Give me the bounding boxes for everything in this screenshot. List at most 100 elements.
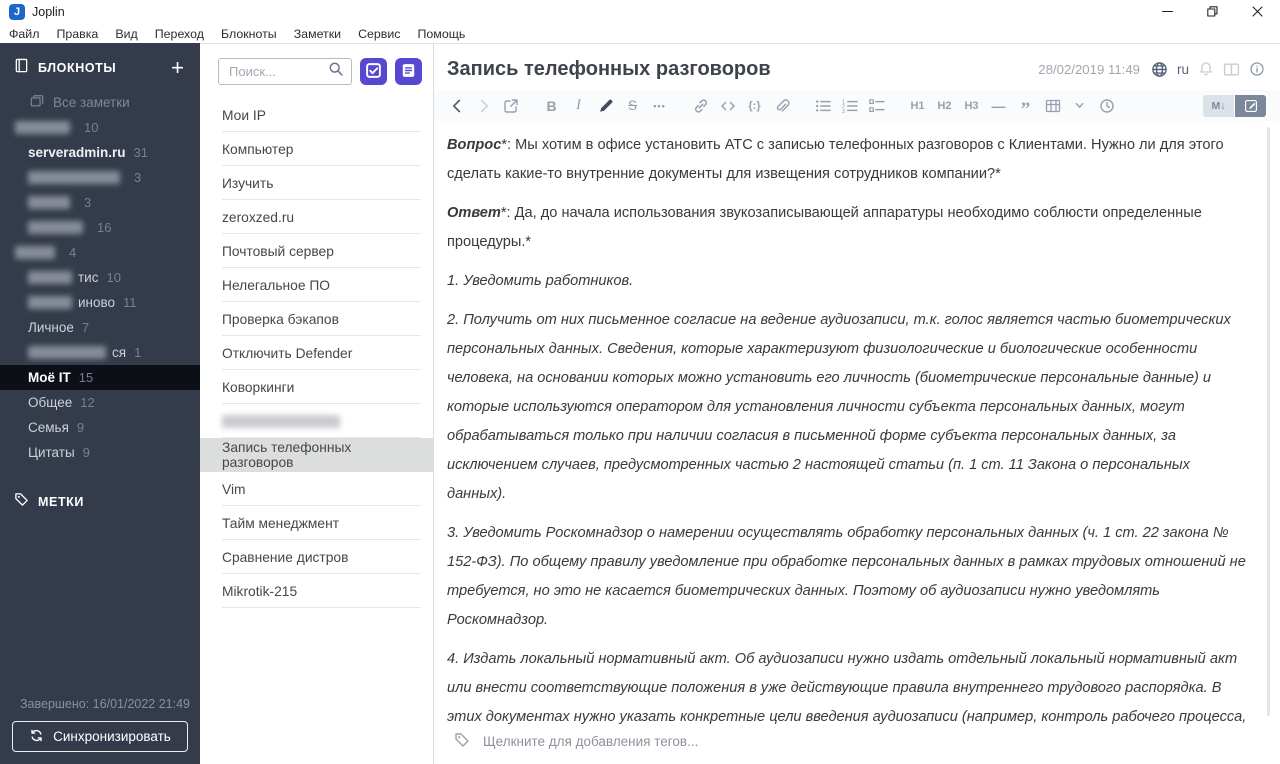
- sidebar-notebook-item[interactable]: 4: [0, 240, 200, 265]
- new-todo-icon: [365, 62, 382, 82]
- toolbar-inline-code-button[interactable]: [715, 93, 740, 119]
- layout-icon[interactable]: [1223, 61, 1240, 78]
- note-list-item[interactable]: Тайм менеджмент: [200, 506, 433, 540]
- note-list-item[interactable]: Сравнение дистров: [200, 540, 433, 574]
- tag-icon: [454, 732, 470, 751]
- toolbar-heading-1-button[interactable]: H1: [905, 93, 930, 119]
- note-list-item[interactable]: Vim: [200, 472, 433, 506]
- note-list-item[interactable]: Изучить: [200, 166, 433, 200]
- menu-item-0[interactable]: Файл: [9, 27, 39, 41]
- sidebar-notebook-item[interactable]: 16: [0, 215, 200, 240]
- toolbar-code-block-button[interactable]: {:}: [742, 93, 767, 119]
- note-date: 28/02/2019 11:49: [1038, 61, 1140, 77]
- menu-item-2[interactable]: Вид: [115, 27, 137, 41]
- toggle-markdown-button[interactable]: M↓: [1203, 94, 1234, 117]
- sidebar-notebook-item[interactable]: 3: [0, 165, 200, 190]
- add-notebook-button[interactable]: +: [169, 57, 186, 79]
- sidebar-notebook-item[interactable]: Цитаты 9: [0, 440, 200, 465]
- toolbar-attach-file-button[interactable]: [769, 93, 794, 119]
- sidebar-notebook-item[interactable]: 3: [0, 190, 200, 215]
- toolbar-forward-button[interactable]: [471, 93, 496, 119]
- toolbar-checkbox-list-button[interactable]: [864, 93, 889, 119]
- toolbar-table-dropdown-button[interactable]: [1067, 93, 1092, 119]
- toolbar-table-button[interactable]: [1040, 93, 1065, 119]
- menubar: Файл Правка Вид Переход Блокноты Заметки Серви…: [0, 24, 1280, 43]
- sync-icon: [29, 728, 44, 746]
- search-box: [218, 58, 352, 85]
- note-viewer[interactable]: Вопрос*: Мы хотим в офисе установить АТС…: [434, 121, 1280, 724]
- window-minimize-button[interactable]: [1145, 0, 1190, 24]
- joplin-window: J Joplin Файл Правка Вид Переход Блокноты Зам…: [0, 0, 1280, 764]
- note-paragraph: 4. Издать локальный нормативный акт. Об …: [447, 651, 1247, 724]
- toolbar-quote-button[interactable]: ”: [1013, 93, 1038, 119]
- menu-item-4[interactable]: Блокноты: [221, 27, 277, 41]
- search-input[interactable]: [227, 63, 328, 80]
- toolbar-highlight-button[interactable]: [593, 93, 618, 119]
- heading-3-icon: H3: [964, 99, 979, 112]
- bell-icon[interactable]: [1198, 61, 1214, 77]
- sidebar-notebook-item[interactable]: Моё IT 15: [0, 365, 200, 390]
- note-list-item[interactable]: [200, 404, 433, 438]
- note-title-input[interactable]: Запись телефонных разговоров: [447, 58, 1038, 81]
- toolbar-strikethrough-button[interactable]: S: [620, 93, 645, 119]
- window-restore-button[interactable]: [1190, 0, 1235, 24]
- sidebar-notebook-item[interactable]: тис 10: [0, 265, 200, 290]
- note-list-item[interactable]: Запись телефонных разговоров: [200, 438, 433, 472]
- note-list-item[interactable]: Компьютер: [200, 132, 433, 166]
- menu-item-1[interactable]: Правка: [56, 27, 98, 41]
- info-icon[interactable]: [1249, 61, 1265, 77]
- toolbar-heading-2-button[interactable]: H2: [932, 93, 957, 119]
- toolbar-bulleted-list-button[interactable]: [810, 93, 835, 119]
- menu-item-3[interactable]: Переход: [155, 27, 204, 41]
- menu-item-7[interactable]: Помощь: [418, 27, 466, 41]
- sidebar-notebook-item[interactable]: Личное 7: [0, 315, 200, 340]
- sidebar-notebook-item[interactable]: 10: [0, 115, 200, 140]
- new-note-button[interactable]: [395, 58, 422, 85]
- note-list-item[interactable]: Коворкинги: [200, 370, 433, 404]
- bold-icon: B: [546, 97, 557, 114]
- code-block-icon: {:}: [748, 99, 761, 112]
- toolbar-italic-button[interactable]: I: [566, 93, 591, 119]
- note-list: Мои IP Компьютер Изучить zeroxzed.ru Почтовы…: [200, 98, 433, 608]
- toolbar-back-button[interactable]: [444, 93, 469, 119]
- svg-text:3: 3: [842, 109, 845, 114]
- sidebar-item-all-notes[interactable]: Все заметки: [0, 90, 200, 115]
- toolbar-link-button[interactable]: [688, 93, 713, 119]
- note-list-item[interactable]: Проверка бэкапов: [200, 302, 433, 336]
- note-paragraph: 1. Уведомить работников.: [447, 273, 634, 289]
- window-close-button[interactable]: [1235, 0, 1280, 24]
- tag-bar[interactable]: Щелкните для добавления тегов...: [434, 724, 1280, 764]
- toolbar-external-edit-button[interactable]: [498, 93, 523, 119]
- scrollbar[interactable]: [1267, 127, 1270, 716]
- all-notes-icon: [30, 94, 44, 111]
- toolbar-bold-button[interactable]: B: [539, 93, 564, 119]
- menu-item-5[interactable]: Заметки: [294, 27, 341, 41]
- heading-2-icon: H2: [937, 99, 952, 112]
- toolbar-more-button[interactable]: •••: [647, 93, 672, 119]
- synchronise-button[interactable]: Синхронизировать: [12, 721, 188, 752]
- toolbar-horizontal-rule-button[interactable]: —: [986, 93, 1011, 119]
- attach-file-icon: [774, 98, 790, 114]
- spellcheck-locale[interactable]: ru: [1177, 62, 1189, 77]
- forward-icon: [476, 98, 492, 114]
- toolbar-insert-time-button[interactable]: [1094, 93, 1119, 119]
- tags-header: МЕТКИ: [38, 495, 84, 509]
- toggle-richtext-button[interactable]: [1235, 94, 1266, 117]
- sidebar-notebook-item[interactable]: ся 1: [0, 340, 200, 365]
- new-todo-button[interactable]: [360, 58, 387, 85]
- note-list-item[interactable]: Отключить Defender: [200, 336, 433, 370]
- sidebar-notebook-item[interactable]: serveradmin.ru 31: [0, 140, 200, 165]
- tag-icon: [14, 492, 29, 512]
- note-list-item[interactable]: Нелегальное ПО: [200, 268, 433, 302]
- sidebar-notebook-item[interactable]: Семья 9: [0, 415, 200, 440]
- sidebar-notebook-item[interactable]: иново 11: [0, 290, 200, 315]
- note-list-item[interactable]: Почтовый сервер: [200, 234, 433, 268]
- toolbar-numbered-list-button[interactable]: 123: [837, 93, 862, 119]
- note-list-item[interactable]: Mikrotik-215: [200, 574, 433, 608]
- note-list-item[interactable]: Мои IP: [200, 98, 433, 132]
- sidebar-notebook-item[interactable]: Общее 12: [0, 390, 200, 415]
- note-list-item[interactable]: zeroxzed.ru: [200, 200, 433, 234]
- toolbar-heading-3-button[interactable]: H3: [959, 93, 984, 119]
- menu-item-6[interactable]: Сервис: [358, 27, 400, 41]
- notebook-list: 10 serveradmin.ru 31 3 3 16 4 тис 10 иново 11 Лично…: [0, 115, 200, 465]
